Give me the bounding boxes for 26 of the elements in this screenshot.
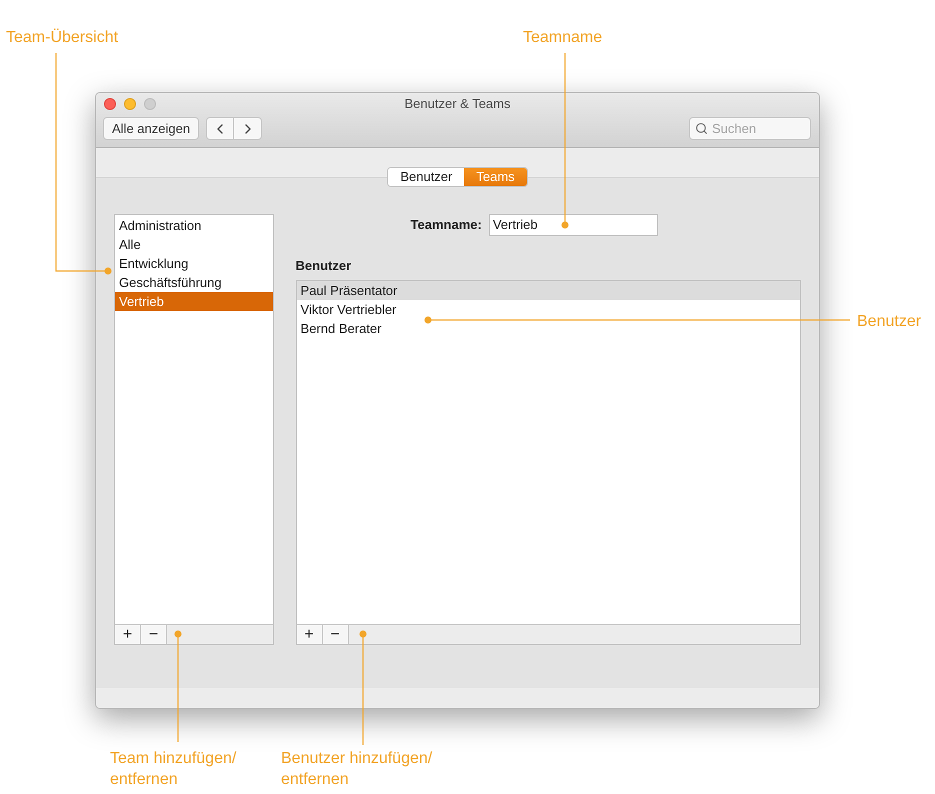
window-title: Benutzer & Teams	[404, 95, 510, 114]
callout-label: Benutzer	[857, 312, 922, 332]
search-field[interactable]: Suchen	[689, 117, 811, 140]
list-item[interactable]: Geschäftsführung	[115, 273, 273, 292]
list-item[interactable]: Alle	[115, 235, 273, 254]
show-all-button[interactable]: Alle anzeigen	[103, 117, 200, 140]
list-item[interactable]: Vertrieb	[115, 292, 273, 311]
teamname-field[interactable]: Vertrieb	[488, 214, 658, 236]
list-item[interactable]: Viktor Vertriebler	[296, 300, 800, 319]
callout-label: Team-Übersicht	[6, 28, 118, 48]
list-item[interactable]: Paul Präsentator	[296, 281, 800, 300]
search-icon	[695, 122, 708, 135]
list-item[interactable]: Administration	[115, 216, 273, 235]
list-item[interactable]: Entwicklung	[115, 254, 273, 273]
callout-label: Benutzer hinzufügen/ entfernen	[281, 749, 434, 790]
minimize-icon[interactable]	[124, 98, 136, 110]
add-button[interactable]: +	[115, 625, 141, 644]
section-heading: Benutzer	[296, 258, 352, 274]
list-item[interactable]: Bernd Berater	[296, 319, 800, 338]
teamname-label: Teamname:	[410, 216, 482, 234]
callout-label: Team hinzufügen/ entfernen	[110, 749, 238, 790]
remove-button[interactable]: −	[322, 625, 349, 644]
remove-button[interactable]: −	[141, 625, 167, 644]
add-button[interactable]: +	[296, 625, 323, 644]
callout-label: Teamname	[523, 28, 602, 48]
close-icon[interactable]	[104, 98, 116, 110]
